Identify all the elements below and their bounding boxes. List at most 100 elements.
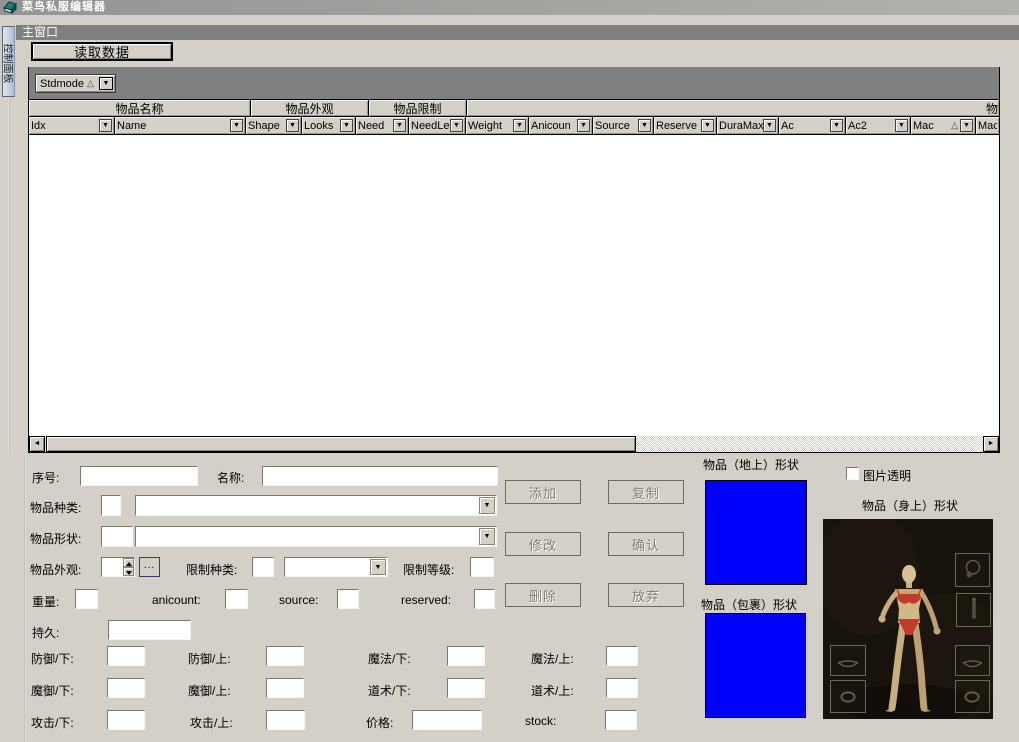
dc-high-input[interactable] xyxy=(266,710,305,730)
column-filter-dropdown-icon[interactable]: ▼ xyxy=(230,119,243,132)
scrollbar-left-icon[interactable]: ◄ xyxy=(29,436,45,452)
sidebar-tab-control-panel[interactable]: 控制面板 xyxy=(2,26,15,97)
sc-high-label: 道术/上: xyxy=(531,682,574,699)
weight-input[interactable] xyxy=(75,589,98,609)
group-header-cell-3[interactable]: 物 xyxy=(467,99,999,117)
source-input[interactable] xyxy=(337,589,359,609)
need-code-input[interactable] xyxy=(252,557,274,577)
column-filter-dropdown-icon[interactable]: ▼ xyxy=(450,119,463,132)
shape-combobox[interactable]: ▼ xyxy=(135,526,497,547)
name-input[interactable] xyxy=(262,466,498,486)
bag-shape-label: 物品（包裹）形状 xyxy=(701,596,797,613)
ac-low-input[interactable] xyxy=(107,646,145,666)
add-button[interactable]: 添加 xyxy=(505,480,581,504)
dura-input[interactable] xyxy=(108,620,191,640)
ac-high-input[interactable] xyxy=(266,646,304,666)
column-header-needlev[interactable]: NeedLev▼ xyxy=(409,117,466,135)
menu-item-main-window[interactable]: 主窗口 xyxy=(22,25,58,40)
price-label: 价格: xyxy=(366,714,393,731)
group-header-cell-0[interactable]: 物品名称 xyxy=(29,99,251,117)
column-filter-dropdown-icon[interactable]: ▼ xyxy=(830,119,843,132)
load-data-button[interactable]: 读取数据 xyxy=(31,42,173,61)
stdmode-code-input[interactable] xyxy=(101,495,121,516)
group-header-cell-1[interactable]: 物品外观 xyxy=(251,99,369,117)
column-filter-dropdown-icon[interactable]: ▼ xyxy=(286,119,299,132)
grid-horizontal-scrollbar[interactable]: ◄ ► xyxy=(29,436,999,452)
stock-input[interactable] xyxy=(605,710,637,730)
mac-high-input[interactable] xyxy=(266,678,304,698)
column-filter-dropdown-icon[interactable]: ▼ xyxy=(960,119,973,132)
column-header-mac2[interactable]: Mac2 xyxy=(976,117,999,135)
column-header-need[interactable]: Need▼ xyxy=(356,117,409,135)
grid-body-empty[interactable] xyxy=(29,135,999,436)
shape-label: 物品形状: xyxy=(30,530,81,547)
group-header-cell-2[interactable]: 物品限制 xyxy=(369,99,467,117)
ground-shape-label: 物品（地上）形状 xyxy=(703,456,799,473)
grid-group-band: Stdmode △ ▼ xyxy=(29,67,999,99)
column-header-idx[interactable]: Idx▼ xyxy=(29,117,115,135)
need-combobox-dropdown-icon[interactable]: ▼ xyxy=(370,559,386,575)
column-header-anicoun[interactable]: Anicoun▼ xyxy=(529,117,593,135)
column-filter-dropdown-icon[interactable]: ▼ xyxy=(895,119,908,132)
looks-spinner-buttons[interactable] xyxy=(123,558,134,576)
mc-high-input[interactable] xyxy=(606,646,638,666)
column-header-reserve[interactable]: Reserve▼ xyxy=(654,117,717,135)
ground-shape-preview xyxy=(705,480,807,585)
anicount-input[interactable] xyxy=(225,589,248,609)
column-filter-dropdown-icon[interactable]: ▼ xyxy=(99,119,112,132)
column-filter-dropdown-icon[interactable]: ▼ xyxy=(701,119,714,132)
price-input[interactable] xyxy=(412,710,482,730)
image-transparent-label: 图片透明 xyxy=(863,467,911,484)
sc-low-input[interactable] xyxy=(447,678,485,698)
shape-combobox-dropdown-icon[interactable]: ▼ xyxy=(479,528,495,545)
stdmode-combobox[interactable]: ▼ xyxy=(135,495,497,516)
column-header-ac[interactable]: Ac▼ xyxy=(779,117,846,135)
scrollbar-right-icon[interactable]: ► xyxy=(983,436,999,452)
mc-low-input[interactable] xyxy=(447,646,485,666)
reserved-input[interactable] xyxy=(474,589,495,609)
dc-low-input[interactable] xyxy=(107,710,145,730)
title-bar: 菜鸟私服编辑器 xyxy=(0,0,1019,15)
column-header-mac[interactable]: Mac△▼ xyxy=(911,117,976,135)
dura-label: 持久: xyxy=(32,624,59,641)
need-level-input[interactable] xyxy=(470,557,494,577)
looks-spinner[interactable] xyxy=(101,557,135,577)
column-filter-dropdown-icon[interactable]: ▼ xyxy=(763,119,776,132)
idx-input[interactable] xyxy=(80,466,198,486)
need-combobox[interactable]: ▼ xyxy=(284,557,388,577)
group-by-stdmode-button[interactable]: Stdmode △ ▼ xyxy=(35,74,116,93)
group-header-label: 物 xyxy=(986,100,998,117)
shape-code-input[interactable] xyxy=(101,526,133,547)
modify-button[interactable]: 修改 xyxy=(505,532,581,556)
column-header-name[interactable]: Name ▼ xyxy=(115,117,246,135)
ac-high-label: 防御/上: xyxy=(188,650,231,667)
app-icon xyxy=(3,1,18,14)
column-header-looks[interactable]: Looks▼ xyxy=(302,117,356,135)
delete-button[interactable]: 删除 xyxy=(505,583,581,607)
spinner-up-icon[interactable] xyxy=(123,558,134,567)
mc-high-label: 魔法/上: xyxy=(531,650,574,667)
sc-high-input[interactable] xyxy=(606,678,638,698)
discard-button[interactable]: 放弃 xyxy=(608,583,684,607)
column-filter-dropdown-icon[interactable]: ▼ xyxy=(340,119,353,132)
column-header-shape[interactable]: Shape▼ xyxy=(246,117,302,135)
spinner-down-icon[interactable] xyxy=(123,567,134,576)
column-filter-dropdown-icon[interactable]: ▼ xyxy=(513,119,526,132)
column-filter-dropdown-icon[interactable]: ▼ xyxy=(638,119,651,132)
column-header-weight[interactable]: Weight▼ xyxy=(466,117,529,135)
column-header-label: Name xyxy=(117,120,146,132)
column-header-duramax[interactable]: DuraMax▼ xyxy=(717,117,779,135)
column-header-ac2[interactable]: Ac2▼ xyxy=(846,117,911,135)
image-transparent-checkbox[interactable] xyxy=(846,467,859,480)
scrollbar-thumb[interactable] xyxy=(46,436,636,452)
group-by-dropdown-icon[interactable]: ▼ xyxy=(99,77,113,90)
column-filter-dropdown-icon[interactable]: ▼ xyxy=(393,119,406,132)
stdmode-combobox-dropdown-icon[interactable]: ▼ xyxy=(479,497,495,514)
confirm-button[interactable]: 确认 xyxy=(608,532,684,556)
looks-browse-button[interactable]: ... xyxy=(139,557,160,577)
right-bracelet-slot-icon xyxy=(955,645,990,676)
column-header-source[interactable]: Source▼ xyxy=(593,117,654,135)
column-filter-dropdown-icon[interactable]: ▼ xyxy=(577,119,590,132)
copy-button[interactable]: 复制 xyxy=(608,480,684,504)
mac-low-input[interactable] xyxy=(107,678,145,698)
